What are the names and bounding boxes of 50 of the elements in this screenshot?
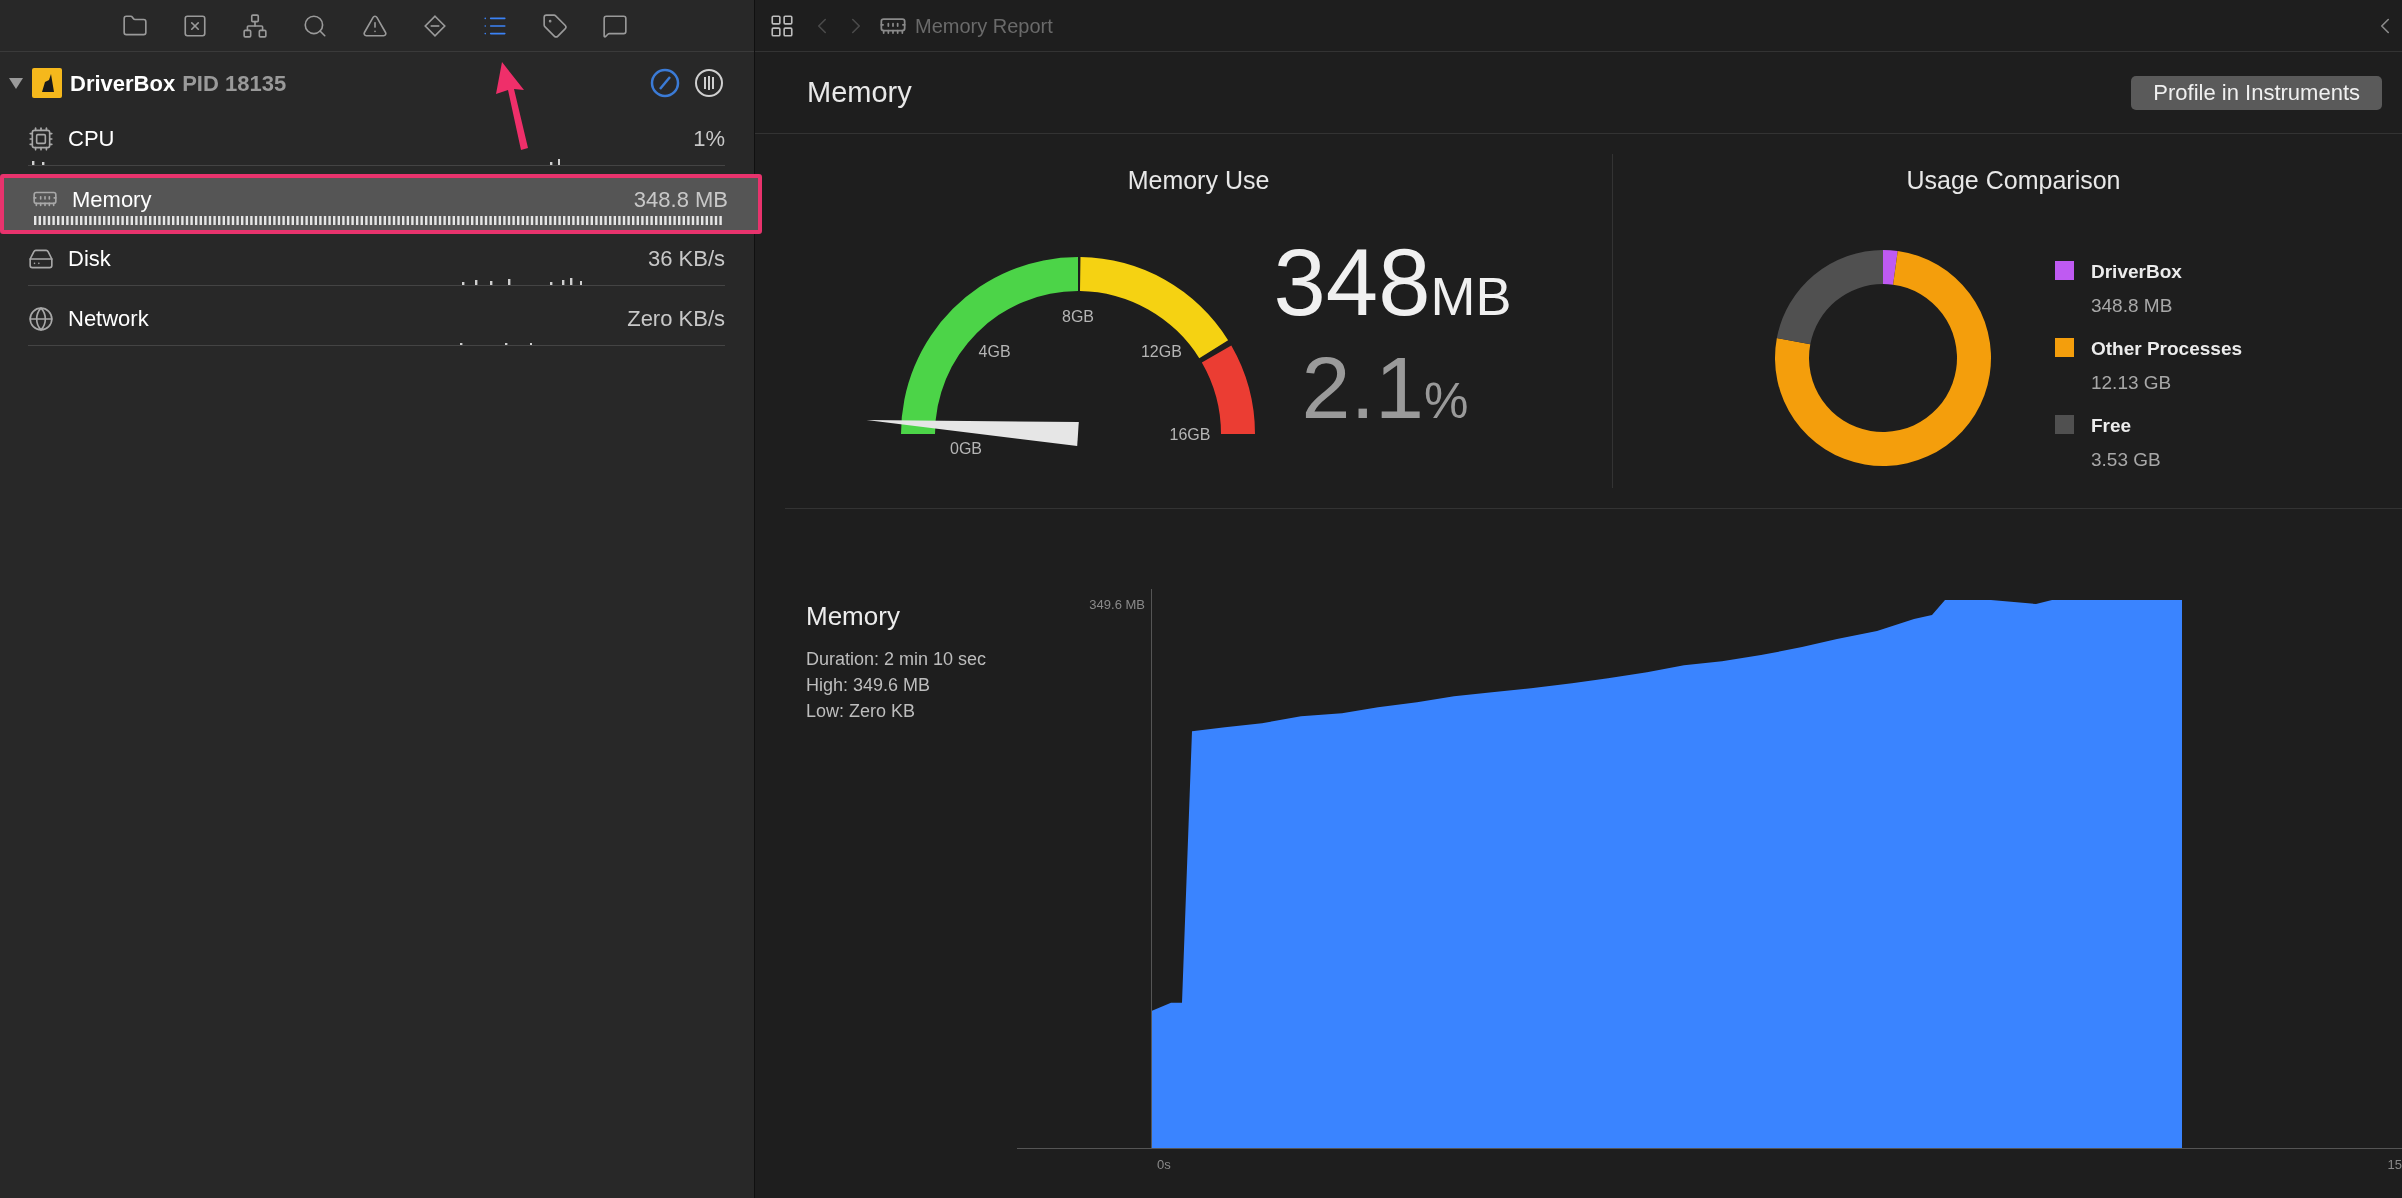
legend-label: Other Processes [2091, 336, 2242, 361]
gauge-name: Network [68, 305, 149, 333]
globe-icon [28, 305, 54, 332]
memory-graph-icon[interactable] [694, 68, 724, 98]
legend-label: Free [2091, 413, 2133, 438]
x-axis-label: 15 [2387, 1156, 2402, 1174]
gauge-value: 348.8 MB [633, 185, 728, 214]
gauge-tick-label: 16GB [1169, 425, 1211, 443]
x-axis-label: 0s [1157, 1156, 1171, 1174]
section-title: Memory [807, 74, 912, 110]
graph-stat: High: 349.6 MB [806, 674, 932, 697]
gauge-value: Zero KB/s [627, 305, 725, 333]
gauge-tick-label: 8GB [1061, 307, 1094, 325]
profile-button[interactable]: Profile in Instruments [2131, 75, 2382, 110]
gauge-row[interactable]: Memory 348.8 MB [0, 174, 762, 234]
gauge-tick-label: 0GB [949, 439, 982, 457]
app-icon [32, 68, 62, 98]
gauge-tick-label: 4GB [978, 342, 1011, 360]
memory-percent: 2.1 [1301, 343, 1424, 432]
gauge-row[interactable]: Disk 36 KB/s [0, 234, 755, 294]
hierarchy-icon[interactable] [242, 12, 268, 39]
gauge-icon[interactable] [650, 68, 680, 98]
legend-value: 348.8 MB [2091, 294, 2174, 318]
gauge-value: 1% [693, 125, 725, 153]
y-axis-label: 349.6 MB [1089, 596, 1145, 614]
gauge-name: Disk [68, 245, 111, 273]
gauge-value: 36 KB/s [647, 245, 725, 273]
square-x-icon[interactable] [182, 12, 208, 39]
message-icon[interactable] [602, 12, 628, 39]
gauge-name: Memory [72, 185, 152, 214]
gauge-row[interactable]: Network Zero KB/s [0, 294, 755, 354]
memory-amount: 348 [1273, 235, 1431, 330]
gauge-name: CPU [68, 125, 115, 153]
memory-use-title: Memory Use [1127, 165, 1270, 196]
graph-stat: Low: Zero KB [806, 700, 917, 723]
process-pid: PID 18135 [182, 69, 287, 98]
gauge-tick-label: 12GB [1140, 342, 1182, 360]
usage-comparison-title: Usage Comparison [1906, 165, 2121, 196]
process-name: DriverBox [70, 69, 176, 98]
percent-sign: % [1423, 375, 1469, 426]
tag-icon[interactable] [542, 12, 568, 39]
legend-value: 12.13 GB [2091, 371, 2173, 395]
graph-stat: Duration: 2 min 10 sec [806, 648, 988, 671]
grid-icon[interactable] [769, 12, 795, 39]
graph-title: Memory [806, 600, 901, 633]
memory-unit: MB [1430, 268, 1512, 323]
chip-icon [28, 125, 54, 152]
legend-label: DriverBox [2091, 259, 2182, 284]
legend-value: 3.53 GB [2091, 448, 2161, 472]
disclosure-triangle-icon[interactable] [8, 75, 24, 91]
